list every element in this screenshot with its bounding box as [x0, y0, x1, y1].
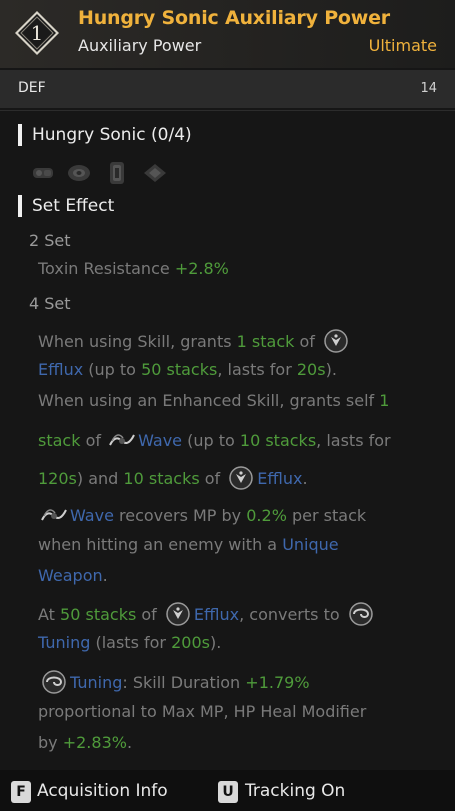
item-header: 1 Hungry Sonic Auxiliary Power Auxiliary… [0, 0, 455, 68]
set4-line-4: stack of Wave (up to 10 stacks, lasts fo… [38, 427, 391, 453]
mp-recovery-value: 0.2% [246, 506, 287, 525]
text: when hitting an enemy with a [38, 535, 278, 554]
efflux-icon [227, 465, 255, 491]
tier-badge: 1 [14, 10, 60, 56]
duration: 20s [296, 360, 326, 379]
item-title: Hungry Sonic Auxiliary Power [78, 7, 390, 29]
max-stacks: 10 stacks [239, 431, 317, 450]
efflux-icon [164, 601, 192, 627]
text: ) and [76, 469, 119, 488]
wave-keyword: Wave [70, 506, 114, 525]
set2-label: 2 Set [29, 231, 71, 250]
wave-icon [40, 502, 68, 528]
efflux-keyword: Efflux [193, 605, 240, 624]
text: by [38, 733, 58, 752]
set4-line-11: Tuning: Skill Duration +1.79% [38, 669, 310, 695]
text: recovers MP by [119, 506, 242, 525]
stat-row: DEF 14 [0, 70, 455, 108]
stat-name: DEF [18, 80, 46, 96]
tuning-keyword: Tuning [38, 633, 91, 652]
text: proportional to Max MP, HP Heal Modifier [38, 702, 367, 721]
set4-line-2: Efflux (up to 50 stacks, lasts for 20s). [38, 359, 337, 381]
tuning-keyword: Tuning [70, 673, 123, 692]
item-rarity: Ultimate [368, 36, 437, 55]
stack-count: 10 stacks [123, 469, 200, 488]
gear-part-icon-1 [30, 160, 56, 186]
max-stacks: 50 stacks [141, 360, 218, 379]
text: (lasts for [95, 633, 166, 652]
set4-line-6: Wave recovers MP by 0.2% per stack [38, 502, 366, 528]
text: of [204, 469, 221, 488]
efflux-keyword: Efflux [257, 469, 303, 488]
text: of [85, 431, 101, 450]
set4-line-5: 120s) and 10 stacks of Efflux. [38, 465, 308, 491]
text: of [299, 332, 315, 351]
text: . [126, 733, 133, 752]
hp-heal-bonus: +2.83% [62, 733, 127, 752]
set2-bonus: +2.8% [174, 259, 229, 278]
set-effect-heading: Set Effect [18, 195, 114, 217]
efflux-keyword: Efflux [38, 360, 84, 379]
tier-number: 1 [30, 21, 44, 45]
set4-line-3: When using an Enhanced Skill, grants sel… [38, 390, 389, 412]
text: : Skill Duration [122, 673, 241, 692]
stack-count: stack [38, 431, 81, 450]
item-type: Auxiliary Power [78, 36, 202, 55]
text: (up to [187, 431, 235, 450]
gear-part-icon-2 [66, 160, 92, 186]
text: of [141, 605, 157, 624]
stack-count: 1 [379, 391, 390, 410]
stack-count: 50 stacks [60, 605, 137, 624]
set4-line-7: when hitting an enemy with a Unique [38, 534, 339, 556]
set4-line-13: by +2.83%. [38, 732, 132, 754]
set2-stat: Toxin Resistance [38, 259, 170, 278]
text: When using Skill, grants [38, 332, 232, 351]
text: At [38, 605, 55, 624]
divider [0, 110, 455, 111]
wave-keyword: Wave [138, 431, 183, 450]
duration: 120s [38, 469, 77, 488]
stack-count: 1 stack [236, 332, 295, 351]
gear-part-icon-4 [142, 160, 168, 186]
set4-label: 4 Set [29, 294, 71, 313]
acquisition-info-key[interactable]: F [11, 781, 31, 803]
tuning-icon [40, 669, 68, 695]
set4-line-9: At 50 stacks of Efflux, converts to [38, 601, 377, 627]
text: . [102, 566, 108, 585]
set2-effect: Toxin Resistance +2.8% [38, 258, 229, 280]
wave-icon [108, 427, 136, 453]
text: (up to [88, 360, 136, 379]
tooltip-footer: F Acquisition Info U Tracking On [0, 770, 455, 811]
stat-value: 14 [420, 81, 437, 96]
set4-line-1: When using Skill, grants 1 stack of [38, 328, 352, 354]
efflux-icon [322, 328, 350, 354]
set4-line-10: Tuning (lasts for 200s). [38, 632, 221, 654]
set-name-heading: Hungry Sonic (0/4) [18, 124, 192, 146]
text: , lasts for [217, 360, 292, 379]
text: ). [325, 360, 337, 379]
text: , converts to [239, 605, 340, 624]
text: . [302, 469, 308, 488]
tuning-icon [347, 601, 375, 627]
text: , lasts for [316, 431, 391, 450]
gear-part-icon-3 [104, 160, 130, 186]
duration: 200s [171, 633, 210, 652]
text: per stack [292, 506, 367, 525]
unique-keyword: Unique [282, 535, 339, 554]
skill-duration-bonus: +1.79% [245, 673, 310, 692]
acquisition-info-button[interactable]: Acquisition Info [37, 781, 168, 801]
weapon-keyword: Weapon [38, 566, 103, 585]
tracking-toggle-button[interactable]: Tracking On [245, 781, 345, 801]
text: When using an Enhanced Skill, grants sel… [38, 391, 375, 410]
set4-line-8: Weapon. [38, 565, 108, 587]
set4-line-12: proportional to Max MP, HP Heal Modifier [38, 701, 366, 723]
tracking-key[interactable]: U [218, 781, 238, 803]
text: ). [209, 633, 222, 652]
